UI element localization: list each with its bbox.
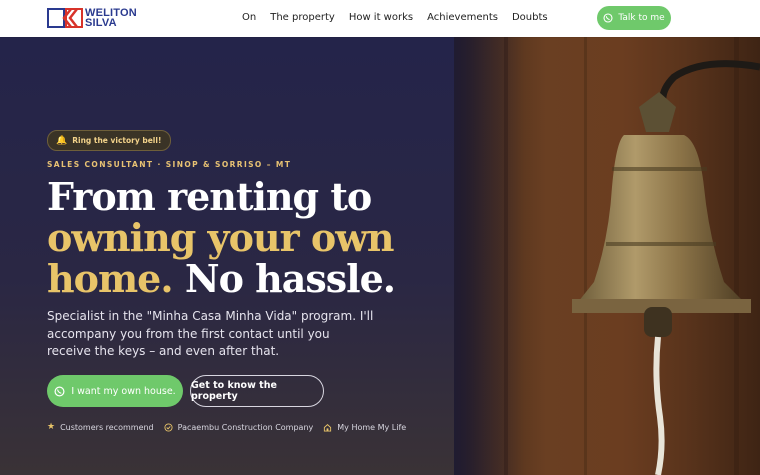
talk-to-me-button[interactable]: Talk to me bbox=[597, 6, 671, 30]
hero-eyebrow: SALES CONSULTANT · SINOP & SORRISO – MT bbox=[47, 160, 292, 169]
trust-item-construction: Pacaembu Construction Company bbox=[164, 422, 314, 432]
brand-name-line2: SILVA bbox=[85, 17, 117, 29]
whatsapp-icon bbox=[54, 385, 65, 397]
star-icon: ★ bbox=[47, 422, 56, 432]
headline-line3-gold: home. bbox=[47, 256, 174, 301]
trust-label: Customers recommend bbox=[60, 422, 154, 432]
get-to-know-property-button[interactable]: Get to know the property bbox=[190, 375, 324, 407]
nav-item-how-it-works[interactable]: How it works bbox=[349, 12, 413, 23]
whatsapp-icon bbox=[603, 13, 613, 23]
headline-line1: From renting to bbox=[47, 174, 372, 219]
hero-headline: From renting to owning your own home. No… bbox=[47, 176, 447, 299]
badge-label: Ring the victory bell! bbox=[72, 136, 162, 145]
photo-edge-fade bbox=[454, 37, 524, 475]
talk-to-me-label: Talk to me bbox=[618, 13, 665, 23]
i-want-my-own-house-button[interactable]: I want my own house. bbox=[47, 375, 183, 407]
trust-item-program: My Home My Life bbox=[323, 423, 406, 432]
bell-icon: 🔔 bbox=[56, 135, 68, 146]
headline-line3: home. No hassle. bbox=[47, 258, 447, 299]
trust-label: My Home My Life bbox=[337, 422, 407, 432]
house-icon bbox=[324, 423, 332, 432]
hero-lead: Specialist in the "Minha Casa Minha Vida… bbox=[47, 309, 374, 358]
headline-line2: owning your own bbox=[47, 215, 395, 260]
nav-item-on[interactable]: On bbox=[242, 12, 256, 23]
brand-logo[interactable]: WELITON SILVA bbox=[47, 7, 137, 29]
site-header: WELITON SILVA On The property How it wor… bbox=[0, 0, 760, 37]
victory-bell-badge: 🔔 Ring the victory bell! bbox=[47, 130, 172, 151]
nav-item-achievements[interactable]: Achievements bbox=[427, 12, 498, 23]
headline-line3-white: No hassle. bbox=[184, 256, 396, 301]
bronze-bell-photo bbox=[454, 37, 760, 475]
brand-name: WELITON SILVA bbox=[85, 8, 137, 29]
trust-item-customers: ★ Customers recommend bbox=[47, 422, 154, 432]
nav-item-doubts[interactable]: Doubts bbox=[512, 12, 548, 23]
check-badge-icon bbox=[164, 422, 173, 432]
trust-label: Pacaembu Construction Company bbox=[177, 422, 314, 432]
main-nav: On The property How it works Achievement… bbox=[242, 12, 548, 23]
secondary-button-label: Get to know the property bbox=[191, 380, 277, 402]
primary-button-label: I want my own house. bbox=[71, 385, 176, 397]
logo-mark-icon bbox=[47, 8, 83, 28]
trust-indicators: ★ Customers recommend Pacaembu Construct… bbox=[47, 422, 416, 432]
nav-item-the-property[interactable]: The property bbox=[270, 12, 335, 23]
